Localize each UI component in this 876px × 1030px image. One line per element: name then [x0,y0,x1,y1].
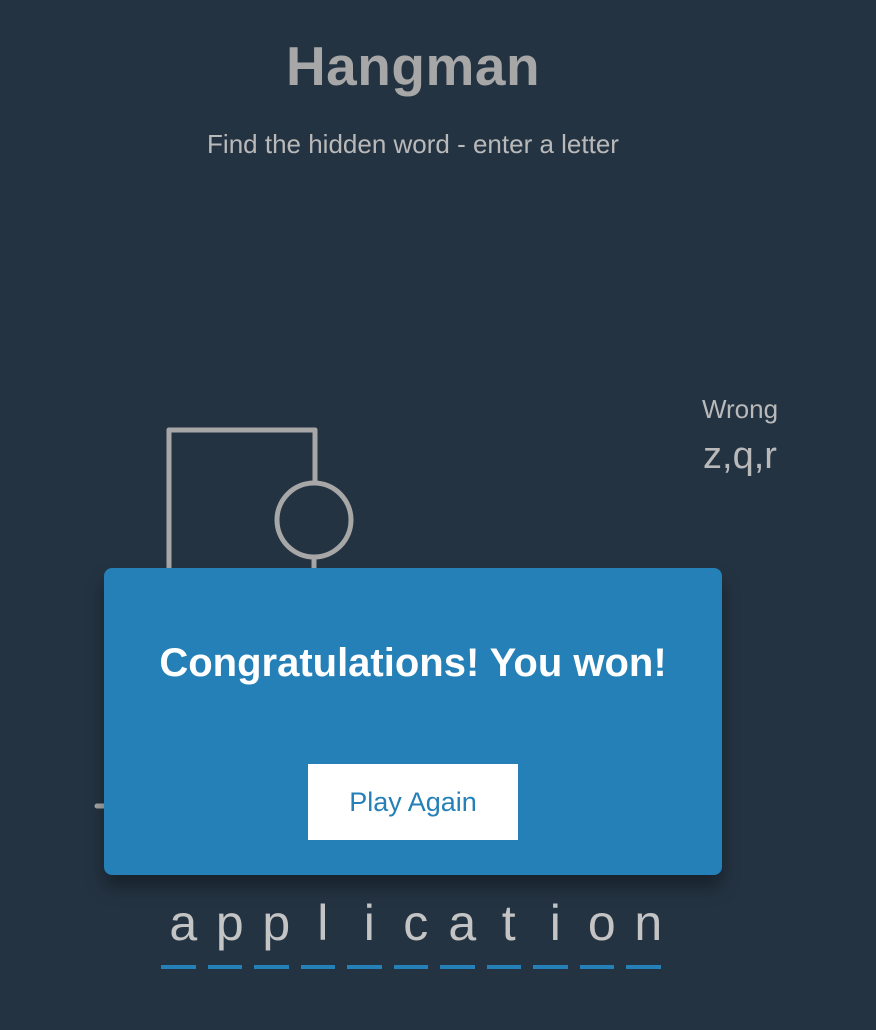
word-display: a p p l i c a t i o n [160,895,672,969]
wrong-letters-list: z,q,r [703,435,777,477]
play-again-button[interactable]: Play Again [308,764,518,840]
word-letter: i [532,895,579,969]
word-letter: l [300,895,347,969]
word-letter: i [346,895,393,969]
win-popup: Congratulations! You won! Play Again [104,568,722,875]
hangman-figure [94,427,354,809]
win-message: Congratulations! You won! [159,641,667,685]
hangman-head [274,480,354,560]
word-letter: p [207,895,254,969]
word-letter: a [439,895,486,969]
wrong-label: Wrong [701,394,779,424]
word-letter: n [625,895,672,969]
wrong-letters-panel: Wrong z,q,r [690,394,790,478]
word-letter: o [579,895,626,969]
word-letter: p [253,895,300,969]
word-letter: t [486,895,533,969]
word-letter: a [160,895,207,969]
word-letter: c [393,895,440,969]
